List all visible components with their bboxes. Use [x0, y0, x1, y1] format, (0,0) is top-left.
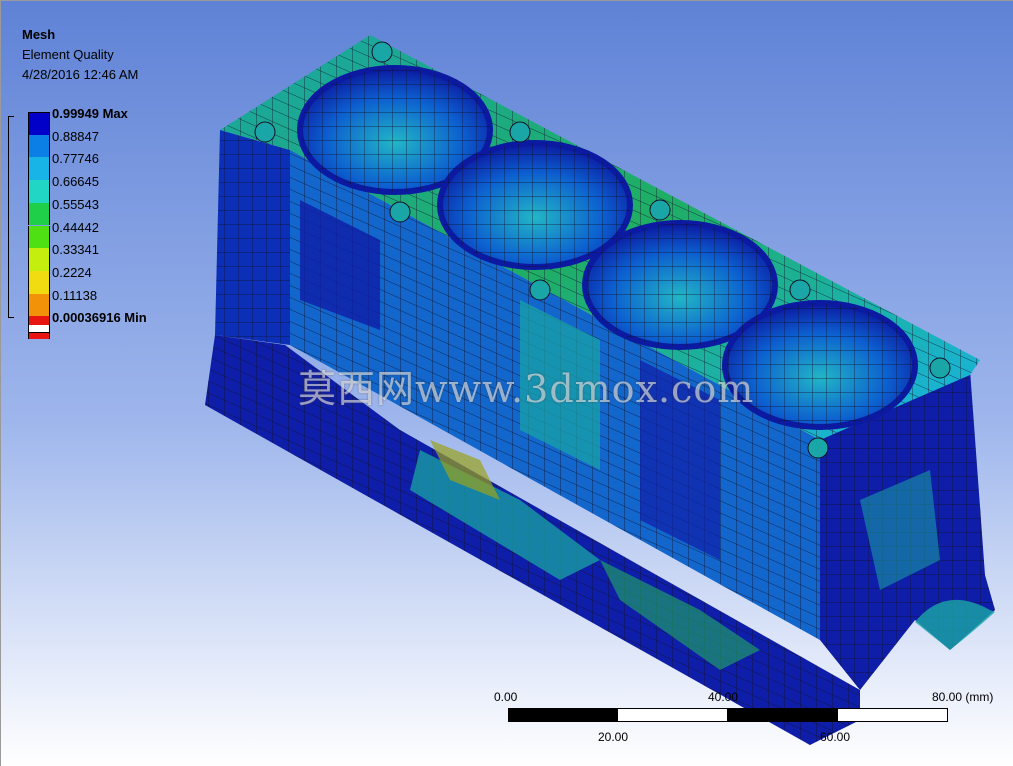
legend-label: 0.00036916 Min [52, 310, 147, 326]
graphics-viewport[interactable]: Mesh Element Quality 4/28/2016 12:46 AM … [0, 0, 1013, 766]
legend-swatch [28, 134, 50, 158]
scale-segment [837, 708, 948, 722]
bolt-hole [389, 201, 411, 223]
scale-label-top: 40.00 [708, 690, 739, 704]
bolt-hole [789, 279, 811, 301]
legend-bracket [8, 116, 14, 318]
scale-label-bottom: 20.00 [598, 730, 629, 744]
scale-label-bottom: 60.00 [820, 730, 851, 744]
bolt-hole [649, 199, 671, 221]
legend-label: 0.55543 [52, 196, 99, 212]
scale-label-top: 80.00 (mm) [932, 690, 994, 704]
bolt-hole [509, 121, 531, 143]
legend-label: 0.44442 [52, 219, 99, 235]
watermark-text: 莫西网www.3dmox.com [298, 367, 755, 411]
mesh-left-face-grid [215, 130, 290, 345]
bolt-hole [929, 357, 951, 379]
legend-swatch-bottom [28, 325, 50, 333]
result-subtitle: Element Quality [22, 47, 114, 62]
bolt-hole [254, 121, 276, 143]
legend-swatch [28, 248, 50, 271]
legend-label: 0.66645 [52, 174, 99, 190]
result-date: 4/28/2016 12:46 AM [22, 67, 139, 82]
legend-swatch [28, 270, 50, 294]
legend-label: 0.33341 [52, 242, 99, 258]
bolt-hole [529, 279, 551, 301]
scale-segment [727, 708, 838, 722]
legend-swatch [28, 112, 50, 135]
legend-swatch [28, 293, 50, 317]
result-title: Mesh [22, 27, 56, 42]
color-legend[interactable]: 0.99949 Max 0.88847 0.77746 0.66645 0.55543 0… [8, 106, 188, 339]
bore-grid [440, 143, 630, 267]
bolt-hole [371, 41, 393, 63]
bolt-hole [807, 437, 829, 459]
legend-label: 0.11138 [52, 287, 98, 303]
legend-label: 0.88847 [52, 128, 99, 144]
legend-swatch [28, 225, 50, 249]
legend-swatch [28, 202, 50, 226]
legend-label: 0.99949 Max [52, 106, 128, 121]
scale-label-top: 0.00 [494, 690, 518, 704]
legend-label: 0.77746 [52, 151, 99, 167]
scale-segment [508, 708, 618, 722]
legend-swatch [28, 180, 50, 203]
scale-segment [617, 708, 728, 722]
legend-label: 0.2224 [52, 264, 92, 280]
legend-swatch [28, 157, 50, 181]
scale-bar: 0.00 40.00 80.00 (mm) 20.00 60.00 [490, 690, 1010, 750]
